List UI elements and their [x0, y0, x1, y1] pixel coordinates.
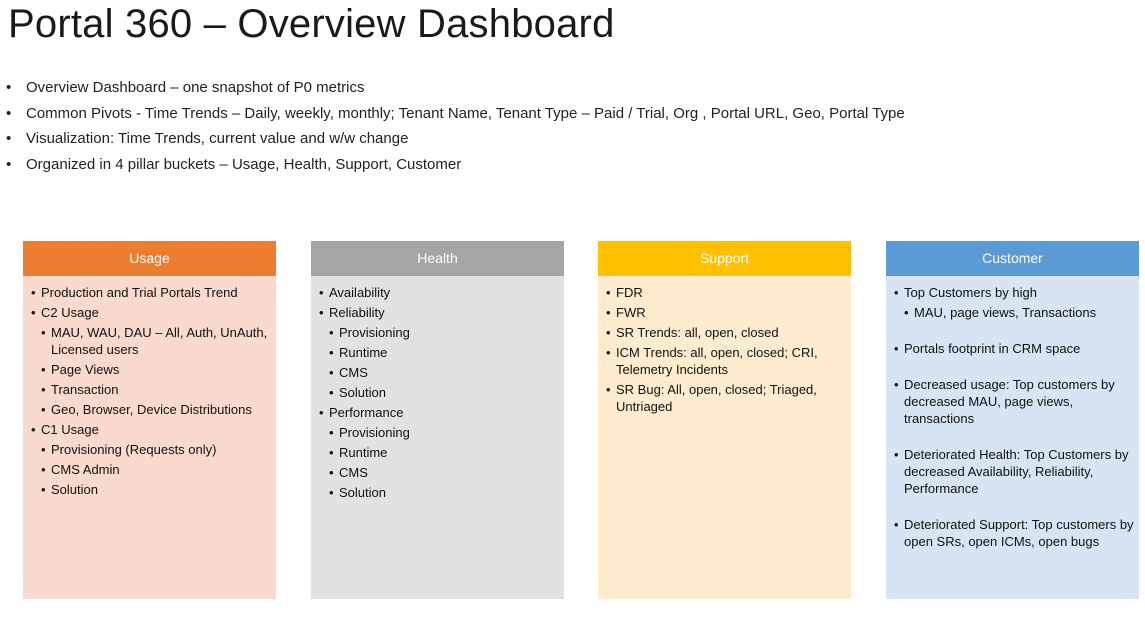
pillar-subitem: CMS: [329, 364, 560, 381]
pillar-subitem: Solution: [329, 384, 560, 401]
bullet-dot-icon: •: [6, 79, 12, 96]
summary-bullet: • Common Pivots - Time Trends – Daily, we…: [6, 105, 905, 131]
pillar-subitem: Provisioning (Requests only): [41, 441, 272, 458]
pillar-header: Usage: [23, 241, 276, 276]
pillar-header: Support: [598, 241, 851, 276]
pillar-item: FDR: [606, 284, 847, 301]
page-title: Portal 360 – Overview Dashboard: [8, 2, 615, 46]
summary-bullet-list: • Overview Dashboard – one snapshot of P0…: [6, 79, 905, 181]
summary-bullet: • Organized in 4 pillar buckets – Usage, …: [6, 156, 905, 182]
pillar-item: Decreased usage: Top customers by decrea…: [894, 376, 1135, 427]
pillar-body: Production and Trial Portals Trend C2 Us…: [23, 276, 276, 599]
pillar-subitem: Runtime: [329, 444, 560, 461]
pillar-item: Reliability: [319, 304, 560, 321]
pillar-body: Top Customers by high MAU, page views, T…: [886, 276, 1139, 599]
pillar-item: Production and Trial Portals Trend: [31, 284, 272, 301]
pillar-item: Performance: [319, 404, 560, 421]
pillar-item: Deteriorated Health: Top Customers by de…: [894, 446, 1135, 497]
pillar-item: ICM Trends: all, open, closed; CRI, Tele…: [606, 344, 847, 378]
bullet-dot-icon: •: [6, 104, 12, 122]
pillar-item: Top Customers by high: [894, 284, 1135, 301]
pillar-item: FWR: [606, 304, 847, 321]
summary-bullet-text: Overview Dashboard – one snapshot of P0 …: [26, 79, 365, 96]
pillar-subitem: CMS: [329, 464, 560, 481]
pillar-subitem: Provisioning: [329, 324, 560, 341]
bullet-dot-icon: •: [6, 130, 12, 147]
pillar-item: SR Trends: all, open, closed: [606, 324, 847, 341]
pillar-health: Health Availability Reliability Provisio…: [311, 241, 564, 599]
pillar-subitem: Provisioning: [329, 424, 560, 441]
pillar-subitem: MAU, page views, Transactions: [904, 304, 1135, 321]
summary-bullet: • Overview Dashboard – one snapshot of P0…: [6, 79, 905, 105]
pillar-usage: Usage Production and Trial Portals Trend…: [23, 241, 276, 599]
pillar-item: C2 Usage: [31, 304, 272, 321]
pillar-item-list: Availability Reliability Provisioning Ru…: [319, 284, 560, 501]
pillar-item-list: Production and Trial Portals Trend C2 Us…: [31, 284, 272, 498]
pillar-customer: Customer Top Customers by high MAU, page…: [886, 241, 1139, 599]
pillar-subitem: MAU, WAU, DAU – All, Auth, UnAuth, Licen…: [41, 324, 272, 358]
summary-bullet: • Visualization: Time Trends, current val…: [6, 130, 905, 156]
pillar-subitem: Transaction: [41, 381, 272, 398]
pillar-subitem: Solution: [329, 484, 560, 501]
pillar-item-list: Top Customers by high MAU, page views, T…: [894, 284, 1135, 550]
pillar-item: C1 Usage: [31, 421, 272, 438]
pillar-item: Deteriorated Support: Top customers by o…: [894, 516, 1135, 550]
pillar-body: FDR FWR SR Trends: all, open, closed ICM…: [598, 276, 851, 599]
pillar-subitem: Geo, Browser, Device Distributions: [41, 401, 272, 418]
pillar-subitem: Runtime: [329, 344, 560, 361]
pillar-header: Health: [311, 241, 564, 276]
pillar-item: Portals footprint in CRM space: [894, 340, 1135, 357]
summary-bullet-text: Visualization: Time Trends, current valu…: [26, 130, 409, 147]
pillar-subitem: Solution: [41, 481, 272, 498]
summary-bullet-text: Common Pivots - Time Trends – Daily, wee…: [26, 104, 905, 122]
pillar-item: SR Bug: All, open, closed; Triaged, Untr…: [606, 381, 847, 415]
pillar-support: Support FDR FWR SR Trends: all, open, cl…: [598, 241, 851, 599]
bullet-dot-icon: •: [6, 155, 12, 173]
pillar-subitem: CMS Admin: [41, 461, 272, 478]
summary-bullet-text: Organized in 4 pillar buckets – Usage, H…: [26, 155, 462, 173]
pillar-subitem: Page Views: [41, 361, 272, 378]
pillar-item-list: FDR FWR SR Trends: all, open, closed ICM…: [606, 284, 847, 415]
pillar-header: Customer: [886, 241, 1139, 276]
pillar-body: Availability Reliability Provisioning Ru…: [311, 276, 564, 599]
pillar-item: Availability: [319, 284, 560, 301]
